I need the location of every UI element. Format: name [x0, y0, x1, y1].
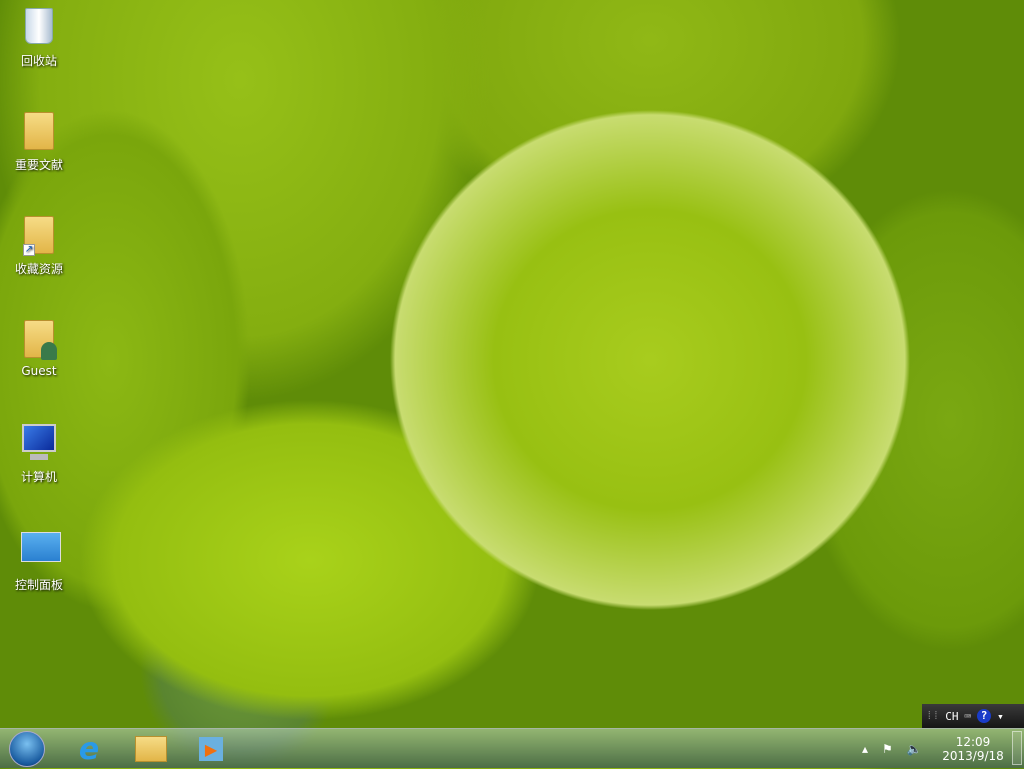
taskbar-file-explorer[interactable] [126, 731, 176, 767]
clock[interactable]: 12:09 2013/9/18 [938, 729, 1008, 769]
desktop-icon-label: 回收站 [20, 54, 57, 68]
desktop-icon-recycle-bin[interactable]: 回收站 [8, 8, 70, 69]
language-bar[interactable]: ⁞⁞ CH ⌨ ? ▾ [922, 704, 1024, 728]
internet-explorer-icon: e [78, 731, 100, 767]
desktop-icon-control-panel[interactable]: 控制面板 [8, 532, 70, 593]
user-folder-icon [21, 320, 57, 360]
notification-area: ▴ ⚑ 🔈 [862, 729, 922, 769]
windows-logo-icon [9, 731, 45, 767]
grip-icon[interactable]: ⁞⁞ [926, 709, 939, 723]
desktop-icon-favorites[interactable]: ↗ 收藏资源 [8, 216, 70, 277]
computer-icon [21, 424, 57, 464]
desktop-icon-label: 计算机 [20, 470, 57, 484]
show-hidden-icons-button[interactable]: ▴ [862, 742, 868, 756]
desktop-icon-important-docs[interactable]: 重要文献 [8, 112, 70, 173]
clock-date: 2013/9/18 [942, 749, 1004, 763]
desktop-icon-guest[interactable]: Guest [8, 320, 70, 378]
volume-icon[interactable]: 🔈 [907, 742, 922, 756]
clock-time: 12:09 [955, 735, 991, 749]
show-desktop-button[interactable] [1012, 731, 1022, 765]
language-indicator[interactable]: CH [945, 710, 958, 723]
start-button[interactable] [2, 731, 52, 767]
desktop-icon-label: 收藏资源 [14, 262, 63, 276]
desktop-icon-label: 重要文献 [14, 158, 63, 172]
desktop-icon-label: 控制面板 [14, 578, 63, 592]
folder-icon [21, 112, 57, 152]
taskbar-media-player[interactable]: ▶ [186, 731, 236, 767]
folder-shortcut-icon: ↗ [21, 216, 57, 256]
action-center-flag-icon[interactable]: ⚑ [882, 742, 893, 756]
taskbar-internet-explorer[interactable]: e [64, 731, 114, 767]
recycle-bin-icon [21, 8, 57, 48]
folder-icon [135, 736, 167, 762]
taskbar: e ▶ ▴ ⚑ 🔈 12:09 2013/9/18 [0, 728, 1024, 768]
options-icon[interactable]: ▾ [997, 710, 1004, 723]
control-panel-icon [21, 532, 61, 572]
help-icon[interactable]: ? [977, 709, 992, 723]
keyboard-icon[interactable]: ⌨ [964, 710, 971, 723]
desktop-icon-computer[interactable]: 计算机 [8, 424, 70, 485]
media-player-icon: ▶ [199, 737, 223, 761]
desktop-icon-label: Guest [21, 364, 57, 378]
